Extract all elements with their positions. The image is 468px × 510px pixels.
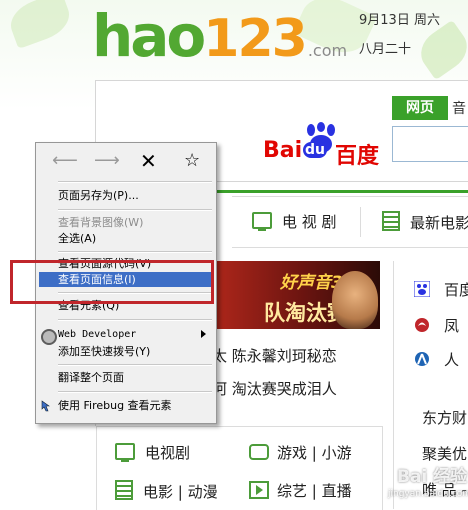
site-link-label: 凤	[444, 317, 460, 335]
logo-number: 123	[203, 9, 308, 69]
menu-separator	[58, 319, 212, 321]
menu-web-developer-label: Web Developer	[58, 329, 137, 340]
tab-web[interactable]: 网页	[392, 96, 448, 120]
gamepad-icon	[249, 444, 269, 460]
back-arrow-icon[interactable]: ⟵	[52, 152, 78, 170]
forward-arrow-icon[interactable]: ⟶	[94, 152, 120, 170]
site-link-jumei[interactable]: 聚美优	[422, 443, 467, 464]
site-link-label: 人	[444, 351, 460, 369]
menu-translate-page[interactable]: 翻译整个页面	[58, 370, 124, 385]
menu-select-all[interactable]: 全选(A)	[58, 231, 96, 246]
logo-suffix: .com	[307, 41, 348, 60]
menu-separator	[58, 364, 212, 366]
banner-portrait	[332, 271, 378, 329]
date-text: 9月13日 周六	[359, 13, 440, 28]
category-tv-label: 电 视 剧	[282, 213, 337, 231]
category-film[interactable]: 最新电影	[382, 211, 468, 233]
search-input[interactable]	[392, 126, 468, 162]
menu-firebug-inspect[interactable]: 使用 Firebug 查看元素	[58, 398, 172, 413]
tv-icon	[252, 212, 272, 231]
category-film-label: 最新电影	[410, 214, 468, 232]
film-icon	[115, 480, 133, 500]
bottom-link-label: 游戏 | 小游	[277, 444, 352, 462]
baidu-logo-cn: 百度	[335, 144, 380, 169]
menu-view-background-image[interactable]: 查看背景图像(W)	[58, 215, 143, 230]
bottom-link-label: 电影 | 动漫	[143, 483, 218, 501]
lunar-date-text: 八月二十	[359, 42, 412, 57]
gear-icon	[41, 329, 57, 345]
tv-icon	[115, 443, 135, 462]
site-link-label: 百度	[444, 281, 468, 299]
baidu-logo-du: du	[303, 142, 327, 158]
play-icon	[249, 481, 269, 499]
menu-add-speed-dial[interactable]: 添加至快速拨号(Y)	[58, 344, 150, 359]
bottom-link-movie[interactable]: 电影 | 动漫	[115, 480, 218, 502]
category-separator	[360, 207, 361, 237]
bottom-link-label: 综艺 | 直播	[277, 482, 352, 500]
baidu-paw-icon	[414, 281, 430, 297]
logo-hao: hao	[92, 2, 206, 70]
watermark-logo: Bai 经验	[397, 467, 468, 487]
firebug-icon	[41, 400, 50, 412]
bottom-link-game[interactable]: 游戏 | 小游	[249, 442, 352, 463]
news-link[interactable]: 河 淘汰赛哭成泪人	[212, 378, 337, 399]
promo-banner[interactable]: 好声音3 队淘汰赛	[212, 261, 380, 329]
menu-separator	[58, 391, 212, 393]
bottom-categories: 电视剧 游戏 | 小游 电影 | 动漫 综艺 | 直播	[96, 426, 383, 510]
tab-music[interactable]: 音	[452, 98, 466, 118]
bottom-link-label: 电视剧	[145, 444, 191, 462]
baidu-logo[interactable]: Bai du 百度	[263, 122, 385, 169]
context-nav-row: ⟵ ⟶ ✕ ☆	[36, 143, 216, 181]
bottom-link-tv[interactable]: 电视剧	[115, 442, 190, 463]
baidu-logo-bai: Bai	[263, 138, 303, 163]
submenu-arrow-icon	[201, 330, 206, 338]
stop-x-icon[interactable]: ✕	[140, 151, 157, 171]
site-link-eastmoney[interactable]: 东方财	[422, 407, 467, 428]
bookmark-star-icon[interactable]: ☆	[184, 152, 200, 170]
category-tv[interactable]: 电 视 剧	[252, 211, 337, 232]
hao123-logo[interactable]: hao123 .com	[92, 2, 347, 72]
menu-separator	[58, 251, 212, 253]
bottom-link-variety[interactable]: 综艺 | 直播	[249, 480, 352, 501]
category-bar: 电 视 剧 最新电影	[232, 196, 468, 248]
menu-separator	[58, 209, 212, 211]
watermark-url: jingyan.baidu.com	[388, 489, 468, 499]
menu-web-developer[interactable]: Web Developer	[58, 327, 212, 342]
people-icon	[415, 352, 429, 366]
menu-save-page-as[interactable]: 页面另存为(P)...	[58, 188, 139, 203]
menu-separator	[58, 181, 212, 183]
news-link[interactable]: 太 陈永馨刘珂秘恋	[212, 345, 337, 366]
film-icon	[382, 211, 400, 231]
phoenix-icon	[415, 318, 429, 332]
highlight-annotation-box	[10, 260, 214, 304]
